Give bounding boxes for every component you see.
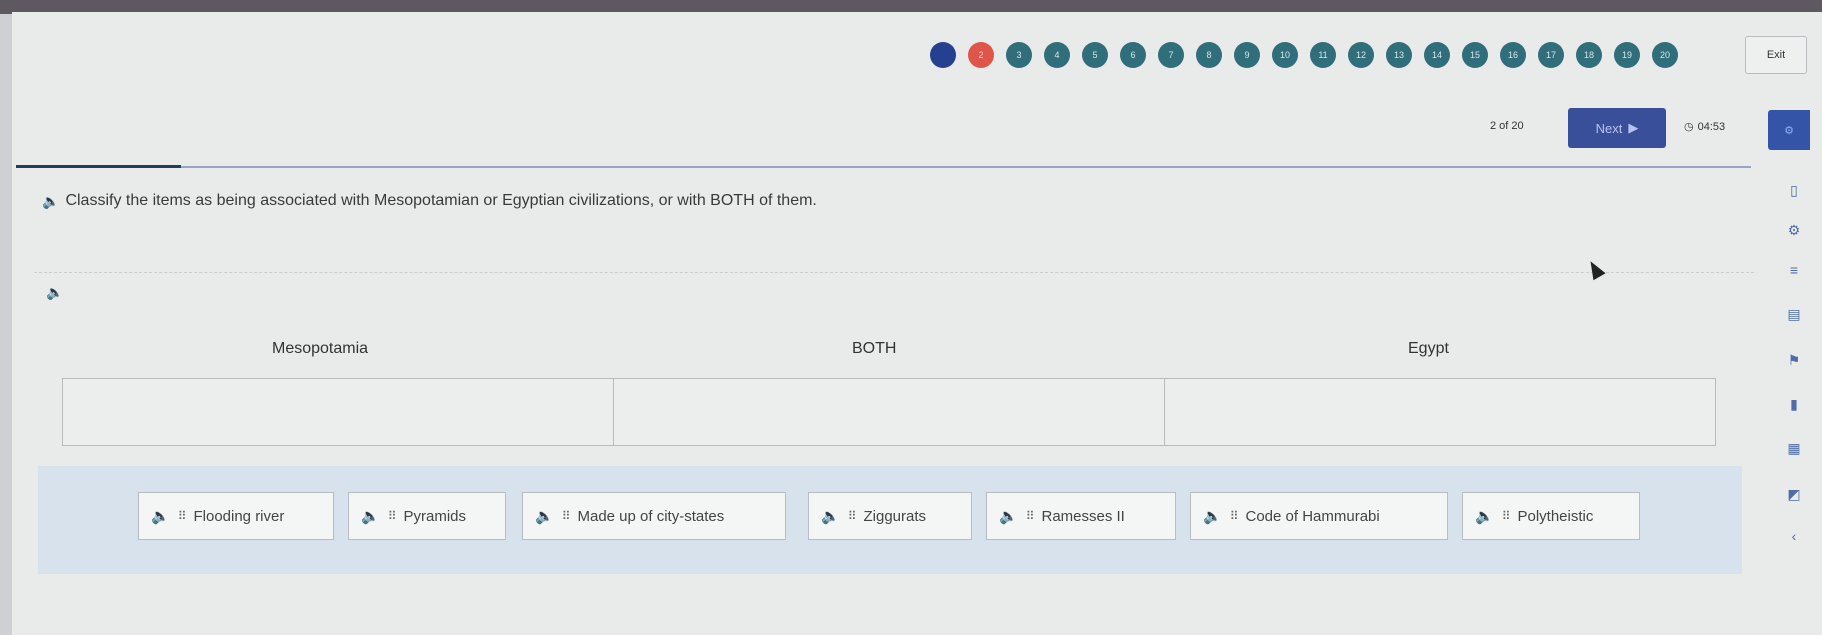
speaker-icon[interactable]: 🔈 bbox=[999, 507, 1018, 525]
draggable-item[interactable]: 🔈 ⠿ Pyramids bbox=[348, 492, 506, 540]
play-arrow-icon: ▶ bbox=[1628, 120, 1639, 135]
timer-value: 04:53 bbox=[1697, 120, 1726, 133]
draggable-item[interactable]: 🔈 ⠿ Ramesses II bbox=[986, 492, 1176, 540]
next-button-label: Next bbox=[1595, 120, 1623, 136]
draggable-item[interactable]: 🔈 ⠿ Flooding river bbox=[138, 492, 334, 540]
column-label-egypt: Egypt bbox=[1408, 340, 1449, 357]
progress-dot[interactable]: 8 bbox=[1196, 42, 1222, 68]
item-label: Ramesses II bbox=[1041, 507, 1125, 525]
item-label: Ziggurats bbox=[863, 507, 927, 525]
speaker-icon[interactable]: 🔈 bbox=[361, 507, 380, 525]
column-label-both: BOTH bbox=[852, 340, 897, 357]
item-label: Pyramids bbox=[403, 507, 466, 525]
item-label: Flooding river bbox=[193, 507, 285, 525]
progress-dot[interactable]: 12 bbox=[1348, 42, 1374, 68]
progress-dot[interactable]: 3 bbox=[1006, 42, 1032, 68]
speaker-icon[interactable]: 🔈 bbox=[42, 193, 59, 210]
prompt-text: Classify the items as being associated w… bbox=[65, 192, 817, 209]
draggable-item[interactable]: 🔈 ⠿ Ziggurats bbox=[808, 492, 972, 540]
drag-handle-icon: ⠿ bbox=[1025, 509, 1035, 523]
collapse-icon[interactable]: ‹ bbox=[1783, 528, 1805, 544]
progress-dot[interactable]: 11 bbox=[1310, 42, 1336, 68]
bookmark-icon[interactable]: ▯ bbox=[1783, 182, 1805, 199]
drag-handle-icon: ⠿ bbox=[561, 509, 571, 523]
speaker-icon[interactable]: 🔈 bbox=[821, 507, 840, 525]
draggable-item[interactable]: 🔈 ⠿ Made up of city-states bbox=[522, 492, 786, 540]
drag-handle-icon: ⠿ bbox=[1229, 509, 1239, 523]
ruler-icon[interactable]: ▮ bbox=[1783, 396, 1805, 413]
header-divider bbox=[181, 166, 1751, 168]
progress-dot[interactable]: 4 bbox=[1044, 42, 1070, 68]
highlighter-icon[interactable]: ◩ bbox=[1783, 486, 1805, 503]
drop-zone-row bbox=[62, 378, 1716, 446]
column-label-mesopotamia: Mesopotamia bbox=[272, 340, 369, 357]
flag-icon[interactable]: ⚑ bbox=[1783, 352, 1805, 369]
drag-handle-icon: ⠿ bbox=[1501, 509, 1511, 523]
tools-tab[interactable]: ⚙ bbox=[1768, 110, 1810, 150]
progress-dot[interactable]: 1 bbox=[930, 42, 956, 68]
progress-dot[interactable]: 2 bbox=[968, 42, 994, 68]
progress-dot[interactable]: 14 bbox=[1424, 42, 1450, 68]
progress-dot[interactable]: 5 bbox=[1082, 42, 1108, 68]
tools-icon: ⚙ bbox=[1784, 124, 1794, 137]
item-label: Polytheistic bbox=[1517, 507, 1594, 525]
progress-dot[interactable]: 20 bbox=[1652, 42, 1678, 68]
item-label: Code of Hammurabi bbox=[1245, 507, 1380, 525]
drag-handle-icon: ⠿ bbox=[177, 509, 187, 523]
question-progress-bar: 1 2 3 4 5 6 7 8 9 10 11 12 13 14 15 16 17 18 19 20 bbox=[930, 42, 1678, 68]
speaker-icon[interactable]: 🔈 bbox=[151, 507, 170, 525]
draggable-item[interactable]: 🔈 ⠿ Code of Hammurabi bbox=[1190, 492, 1448, 540]
settings-icon[interactable]: ⚙ bbox=[1783, 222, 1805, 239]
progress-dot[interactable]: 9 bbox=[1234, 42, 1260, 68]
progress-dot[interactable]: 16 bbox=[1500, 42, 1526, 68]
header-divider-accent bbox=[16, 165, 181, 168]
drag-handle-icon: ⠿ bbox=[847, 509, 857, 523]
calculator-icon[interactable]: ▦ bbox=[1783, 440, 1805, 457]
progress-dot[interactable]: 10 bbox=[1272, 42, 1298, 68]
clock-icon: ◷ bbox=[1684, 121, 1694, 133]
question-prompt: 🔈 Classify the items as being associated… bbox=[42, 192, 817, 210]
speaker-icon[interactable]: 🔈 bbox=[1475, 507, 1494, 525]
exit-button[interactable]: Exit bbox=[1745, 36, 1807, 74]
draggable-item[interactable]: 🔈 ⠿ Polytheistic bbox=[1462, 492, 1640, 540]
progress-dot[interactable]: 15 bbox=[1462, 42, 1488, 68]
notepad-icon[interactable]: ▤ bbox=[1783, 306, 1805, 323]
progress-dot[interactable]: 18 bbox=[1576, 42, 1602, 68]
question-counter: 2 of 20 bbox=[1490, 120, 1524, 132]
speaker-icon[interactable]: 🔈 bbox=[535, 507, 554, 525]
progress-dot[interactable]: 17 bbox=[1538, 42, 1564, 68]
progress-dot[interactable]: 6 bbox=[1120, 42, 1146, 68]
speaker-icon[interactable]: 🔈 bbox=[1203, 507, 1222, 525]
menu-icon[interactable]: ≡ bbox=[1783, 262, 1805, 278]
speaker-icon[interactable]: 🔈 bbox=[46, 284, 63, 301]
progress-dot[interactable]: 13 bbox=[1386, 42, 1412, 68]
timer: ◷ 04:53 bbox=[1684, 120, 1726, 134]
drop-zone-egypt[interactable] bbox=[1164, 379, 1715, 445]
item-label: Made up of city-states bbox=[577, 507, 725, 525]
drop-zone-mesopotamia[interactable] bbox=[63, 379, 613, 445]
drag-handle-icon: ⠿ bbox=[387, 509, 397, 523]
next-button[interactable]: Next ▶ bbox=[1568, 108, 1666, 148]
drop-zone-both[interactable] bbox=[613, 379, 1164, 445]
progress-dot[interactable]: 19 bbox=[1614, 42, 1640, 68]
progress-dot[interactable]: 7 bbox=[1158, 42, 1184, 68]
